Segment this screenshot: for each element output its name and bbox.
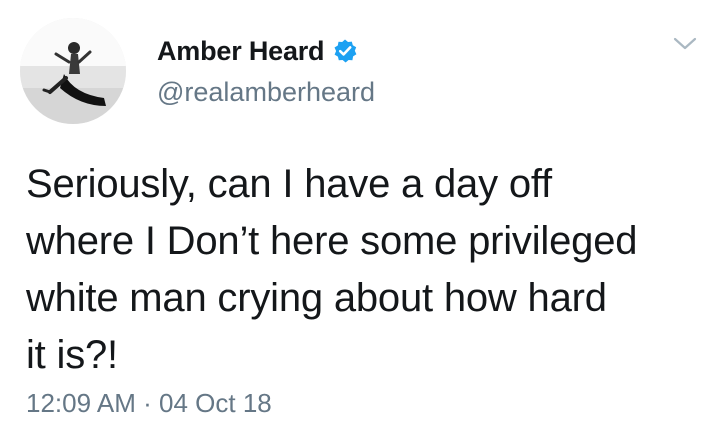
verified-badge-icon [332,38,358,64]
tweet-text-line: where I Don’t here some privileged [26,219,638,263]
tweet-card: Amber Heard @realamberheard Seriously, c… [0,0,720,431]
profile-photo [20,18,126,124]
tweet-text-line: Seriously, can I have a day off [26,162,552,206]
chevron-down-icon[interactable] [672,34,698,54]
tweet-text-line: white man crying about how hard [26,276,607,320]
tweet-date: 04 Oct 18 [159,388,272,418]
avatar[interactable] [20,18,126,124]
tweet-text-line: it is?! [26,333,118,377]
tweet-text: Seriously, can I have a day off where I … [26,156,706,384]
tweet-timestamp[interactable]: 12:09 AM · 04 Oct 18 [26,388,272,419]
name-row: Amber Heard [157,33,358,69]
tweet-time: 12:09 AM [26,388,136,418]
display-name[interactable]: Amber Heard [157,36,325,67]
meta-separator: · [143,388,152,418]
user-handle[interactable]: @realamberheard [157,77,375,108]
